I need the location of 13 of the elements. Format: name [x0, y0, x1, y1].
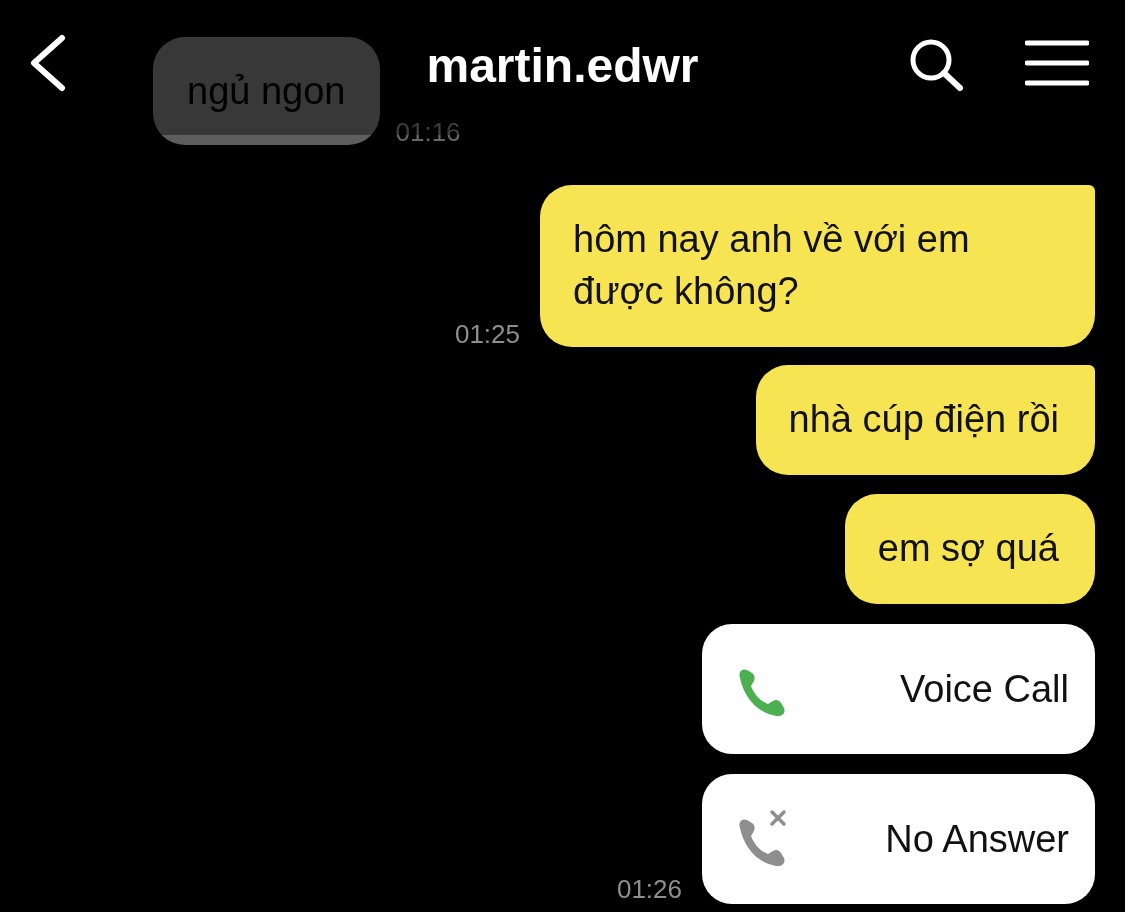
message-bubble: em sợ quá: [844, 494, 1095, 604]
menu-icon[interactable]: [1025, 40, 1089, 86]
message-time: 01:16: [395, 117, 461, 147]
message-bubble: nhà cúp điện rồi: [755, 365, 1095, 475]
chat-title: martin.edwr: [426, 38, 699, 93]
call-card[interactable]: No Answer: [702, 774, 1095, 904]
message-time: 01:26: [616, 874, 682, 904]
call-card[interactable]: Voice Call: [702, 624, 1095, 754]
search-icon[interactable]: [908, 38, 964, 92]
message-bubble: hôm nay anh về với em được không?: [540, 185, 1095, 347]
message-time: 01:25: [454, 319, 520, 349]
back-icon[interactable]: [28, 34, 68, 92]
message-bubble: ngủ ngon: [153, 37, 380, 145]
